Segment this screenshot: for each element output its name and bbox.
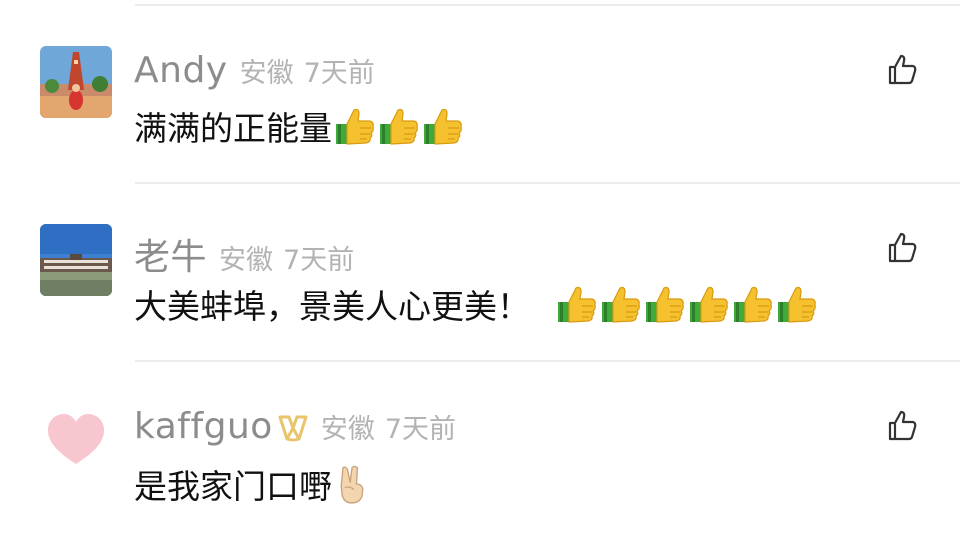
thumbs-up-icon bbox=[380, 108, 418, 145]
avatar-image bbox=[40, 46, 112, 118]
comment-body: 大美蚌埠，景美人心更美！ bbox=[134, 280, 818, 328]
avatar[interactable] bbox=[40, 46, 112, 118]
comment-body: 是我家门口嘢 bbox=[134, 460, 370, 508]
like-icon[interactable] bbox=[884, 52, 920, 88]
avatar-image bbox=[40, 224, 112, 296]
member-badge-icon bbox=[278, 415, 308, 442]
thumbs-up-icon bbox=[690, 286, 728, 323]
thumbs-up-icon bbox=[424, 108, 462, 145]
divider bbox=[135, 360, 960, 362]
comment-meta: kaffguo 安徽 7天前 bbox=[134, 406, 456, 447]
timestamp: 7天前 bbox=[384, 414, 457, 445]
location-label: 安徽 bbox=[239, 58, 294, 89]
comment-text: 是我家门口嘢 bbox=[134, 467, 332, 506]
thumbs-up-icon bbox=[336, 108, 374, 145]
divider bbox=[135, 4, 960, 6]
username[interactable]: kaffguo bbox=[134, 406, 273, 447]
comment-meta: 老牛 安徽 7天前 bbox=[134, 228, 354, 280]
victory-hand-icon bbox=[340, 465, 364, 504]
comment-body: 满满的正能量 bbox=[134, 102, 464, 150]
avatar[interactable] bbox=[40, 402, 112, 474]
thumbs-up-icon bbox=[602, 286, 640, 323]
location-label: 安徽 bbox=[320, 414, 375, 445]
thumbs-up-icon bbox=[778, 286, 816, 323]
emoji-group bbox=[332, 106, 464, 146]
timestamp: 7天前 bbox=[303, 58, 375, 89]
like-icon[interactable] bbox=[884, 408, 920, 444]
username[interactable]: 老牛 bbox=[134, 228, 207, 280]
username[interactable]: Andy bbox=[134, 50, 228, 91]
comment-text: 大美蚌埠，景美人心更美！ bbox=[134, 287, 530, 326]
emoji-group bbox=[554, 284, 818, 324]
comment-text: 满满的正能量 bbox=[134, 109, 332, 148]
like-icon[interactable] bbox=[884, 230, 920, 266]
thumbs-up-icon bbox=[734, 286, 772, 323]
divider bbox=[135, 182, 960, 184]
thumbs-up-icon bbox=[646, 286, 684, 323]
timestamp: 7天前 bbox=[283, 245, 355, 276]
thumbs-up-icon bbox=[558, 286, 596, 323]
comment-meta: Andy 安徽 7天前 bbox=[134, 50, 375, 91]
avatar[interactable] bbox=[40, 224, 112, 296]
heart-avatar-icon bbox=[40, 402, 112, 474]
location-label: 安徽 bbox=[219, 245, 274, 276]
comment-list: Andy 安徽 7天前 满满的正能量 老牛 安徽 7天前 大美蚌埠，景美人心更美… bbox=[0, 0, 960, 540]
